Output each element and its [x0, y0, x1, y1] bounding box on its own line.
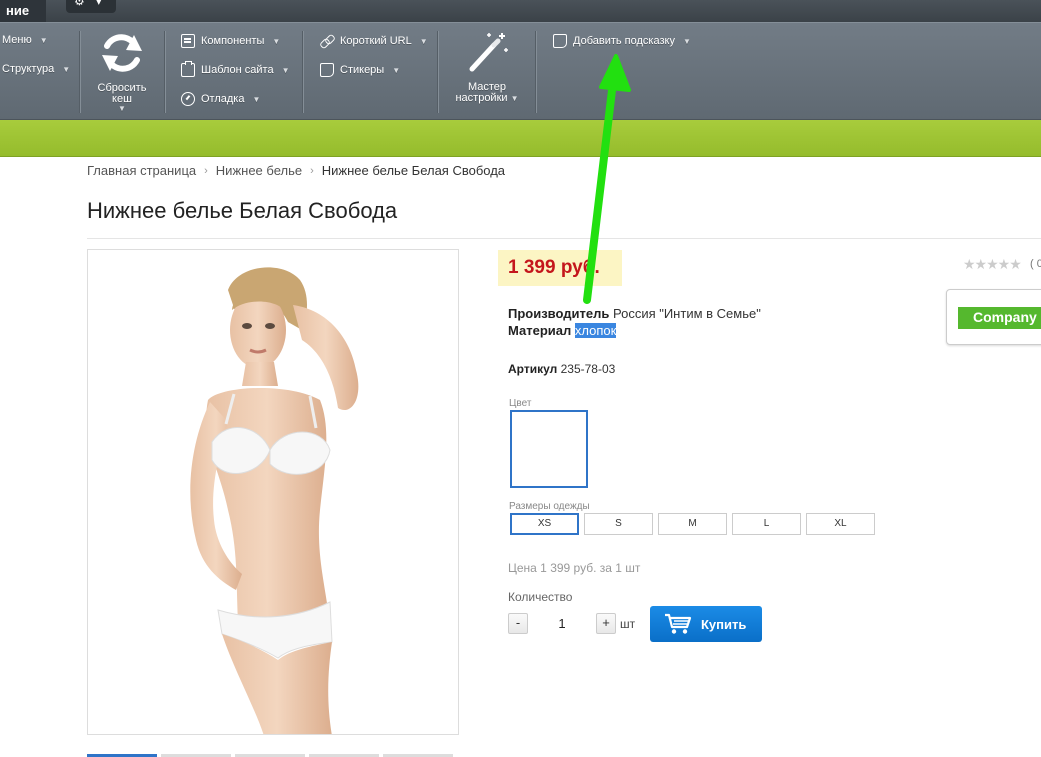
magic-wand-icon: [469, 33, 508, 72]
settings-dropdown-button[interactable]: ⚙ ▾: [66, 0, 116, 13]
chevron-down-icon: ▼: [39, 35, 48, 45]
size-option-xl[interactable]: XL: [806, 513, 875, 535]
site-template-label: Шаблон сайта: [201, 64, 274, 76]
site-header-bar: [0, 120, 1041, 157]
size-selector: XS S M L XL: [510, 513, 875, 535]
admin-tab-label: ние: [6, 3, 30, 18]
unit-price: Цена 1 399 руб. за 1 шт: [508, 561, 641, 575]
toolbar-site-template-button[interactable]: Шаблон сайта ▼: [181, 61, 290, 77]
toolbar-debug-button[interactable]: Отладка ▼: [181, 92, 260, 106]
material-label: Материал: [508, 323, 572, 338]
toolbar-short-url-button[interactable]: Короткий URL ▼: [320, 34, 428, 48]
buy-button[interactable]: Купить: [650, 606, 762, 642]
wizard-label-2: настройки: [455, 92, 508, 104]
product-photo: [190, 267, 359, 734]
stickers-label: Стикеры: [340, 64, 385, 76]
chevron-down-icon: ▼: [510, 94, 519, 103]
chevron-down-icon: ▼: [419, 36, 428, 46]
size-option-m[interactable]: M: [658, 513, 727, 535]
rating-stars-icon[interactable]: ★★★★★: [963, 256, 1022, 273]
gear-icon: ⚙: [74, 0, 85, 8]
size-option-xs[interactable]: XS: [510, 513, 579, 535]
size-option-l[interactable]: L: [732, 513, 801, 535]
sticker-icon: [320, 63, 334, 77]
chevron-down-icon: ▼: [62, 64, 71, 74]
breadcrumb-category-link[interactable]: Нижнее белье: [216, 163, 302, 178]
size-option-s[interactable]: S: [584, 513, 653, 535]
product-price: 1 399 руб.: [498, 250, 622, 286]
quantity-unit: шт: [620, 617, 636, 631]
chevron-down-icon: ▾: [96, 0, 102, 8]
components-label: Компоненты: [201, 35, 265, 47]
article-value: 235-78-03: [560, 362, 616, 376]
toolbar-add-hint-button[interactable]: Добавить подсказку ▼: [553, 34, 691, 48]
article-row: Артикул 235-78-03: [508, 362, 615, 376]
toolbar-structure-button[interactable]: Структура ▼: [2, 63, 70, 75]
admin-topbar: ние ⚙ ▾: [0, 0, 1041, 22]
breadcrumb-current: Нижнее белье Белая Свобода: [321, 163, 506, 178]
breadcrumb: Главная страница › Нижнее белье › Нижнее…: [87, 163, 505, 178]
page-title: Нижнее белье Белая Свобода: [87, 198, 398, 223]
refresh-icon: [102, 34, 142, 72]
chevron-down-icon: ▼: [272, 36, 281, 46]
company-widget: Company: [946, 289, 1041, 345]
chevron-down-icon: ▼: [392, 65, 401, 75]
toolbar-stickers-button[interactable]: Стикеры ▼: [320, 63, 400, 77]
clear-cache-button[interactable]: Сбросить кеш ▼: [88, 29, 156, 113]
material-value: хлопок: [574, 323, 617, 338]
admin-toolbar: Меню ▼ Структура ▼ Сбросить кеш ▼ Компонен…: [0, 22, 1041, 120]
chevron-down-icon: ▼: [682, 36, 691, 46]
rating-count: ( 0: [1030, 258, 1041, 270]
chevron-down-icon: ▼: [281, 65, 290, 75]
quantity-increase-button[interactable]: +: [596, 613, 616, 634]
manufacturer-value: Россия "Интим в Семье": [612, 306, 761, 321]
link-icon: [320, 34, 334, 48]
chevron-right-icon: ›: [310, 164, 314, 177]
quantity-label: Количество: [508, 590, 573, 604]
debug-label: Отладка: [201, 93, 245, 105]
chevron-right-icon: ›: [204, 164, 208, 177]
toolbar-menu-label: Меню: [2, 34, 32, 46]
sizes-label: Размеры одежды: [509, 501, 590, 512]
admin-tab[interactable]: ние: [0, 0, 46, 22]
color-label: Цвет: [509, 398, 532, 409]
material-row: Материал хлопок: [508, 323, 617, 338]
chevron-down-icon: ▼: [252, 94, 261, 104]
color-swatch-white[interactable]: [510, 410, 588, 488]
quantity-decrease-button[interactable]: -: [508, 613, 528, 634]
title-divider: [87, 238, 1041, 239]
manufacturer-label: Производитель: [508, 306, 610, 321]
toolbar-structure-label: Структура: [2, 63, 55, 75]
breadcrumb-home-link[interactable]: Главная страница: [87, 163, 196, 178]
company-badge[interactable]: Company: [958, 307, 1041, 329]
quantity-input[interactable]: [534, 613, 590, 634]
cart-icon: [665, 613, 692, 634]
gauge-icon: [181, 92, 195, 106]
add-hint-label: Добавить подсказку: [573, 35, 675, 47]
page-root: ние ⚙ ▾ Меню ▼ Структура ▼ Сбросить кеш ▼: [0, 0, 1041, 757]
short-url-label: Короткий URL: [340, 35, 412, 47]
product-image[interactable]: [87, 249, 459, 735]
article-label: Артикул: [508, 362, 558, 376]
buy-button-label: Купить: [701, 616, 747, 632]
components-icon: [181, 34, 195, 48]
sticker-icon: [553, 34, 567, 48]
chevron-down-icon: ▼: [118, 104, 126, 113]
toolbar-menu-button[interactable]: Меню ▼: [2, 34, 48, 46]
toolbar-components-button[interactable]: Компоненты ▼: [181, 34, 280, 48]
setup-wizard-button[interactable]: Мастер настройки ▼: [447, 29, 527, 104]
clipboard-icon: [181, 61, 195, 77]
manufacturer-row: Производитель Россия "Интим в Семье": [508, 306, 761, 321]
